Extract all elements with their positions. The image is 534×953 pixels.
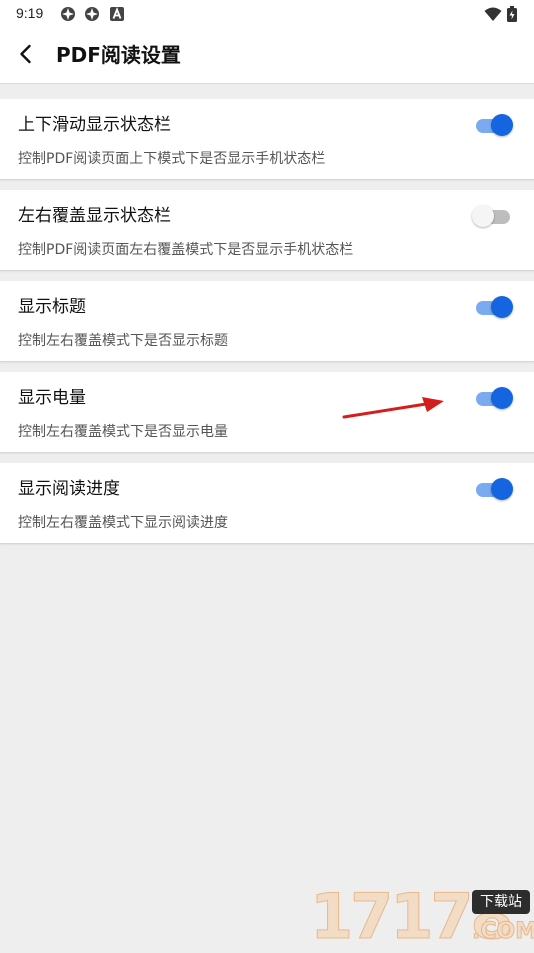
setting-row-scroll-status-bar[interactable]: 上下滑动显示状态栏 控制PDF阅读页面上下模式下是否显示手机状态栏 xyxy=(0,99,534,180)
status-bar: 9:19 xyxy=(0,0,534,28)
toggle-thumb xyxy=(491,114,513,136)
page-title: PDF阅读设置 xyxy=(56,43,181,67)
toggle-thumb xyxy=(472,205,494,227)
app-notification-icon xyxy=(61,7,75,21)
setting-title: 左右覆盖显示状态栏 xyxy=(18,206,171,226)
app-notification-icon xyxy=(85,7,99,21)
wifi-icon xyxy=(484,7,502,21)
setting-title: 显示阅读进度 xyxy=(18,479,120,499)
toggle-switch[interactable] xyxy=(472,386,514,410)
toggle-switch[interactable] xyxy=(472,295,514,319)
setting-description: 控制左右覆盖模式下显示阅读进度 xyxy=(18,515,228,531)
toggle-thumb xyxy=(491,387,513,409)
setting-title: 显示标题 xyxy=(18,297,86,317)
setting-description: 控制左右覆盖模式下是否显示电量 xyxy=(18,424,228,440)
setting-title: 上下滑动显示状态栏 xyxy=(18,115,171,135)
toggle-switch[interactable] xyxy=(472,477,514,501)
status-time: 9:19 xyxy=(16,5,44,21)
setting-title: 显示电量 xyxy=(18,388,86,408)
app-bar: PDF阅读设置 xyxy=(0,28,534,84)
toggle-thumb xyxy=(491,296,513,318)
battery-icon xyxy=(507,6,517,22)
setting-row-show-progress[interactable]: 显示阅读进度 控制左右覆盖模式下显示阅读进度 xyxy=(0,463,534,544)
toggle-switch[interactable] xyxy=(472,113,514,137)
watermark-logo: 17178 下载站 .COM xyxy=(310,883,534,950)
settings-list: 上下滑动显示状态栏 控制PDF阅读页面上下模式下是否显示手机状态栏 左右覆盖显示… xyxy=(0,99,534,554)
setting-description: 控制PDF阅读页面左右覆盖模式下是否显示手机状态栏 xyxy=(18,242,354,258)
setting-row-show-title[interactable]: 显示标题 控制左右覆盖模式下是否显示标题 xyxy=(0,281,534,362)
red-arrow-annotation xyxy=(342,397,444,419)
watermark-domain: .COM xyxy=(472,919,534,945)
toggle-thumb xyxy=(491,478,513,500)
back-arrow-icon[interactable] xyxy=(14,42,38,66)
setting-row-show-battery[interactable]: 显示电量 控制左右覆盖模式下是否显示电量 xyxy=(0,372,534,453)
a-badge-icon xyxy=(110,7,124,21)
setting-row-cover-status-bar[interactable]: 左右覆盖显示状态栏 控制PDF阅读页面左右覆盖模式下是否显示手机状态栏 xyxy=(0,190,534,271)
setting-description: 控制PDF阅读页面上下模式下是否显示手机状态栏 xyxy=(18,151,326,167)
watermark-badge: 下载站 xyxy=(472,890,530,914)
toggle-switch[interactable] xyxy=(472,204,514,228)
setting-description: 控制左右覆盖模式下是否显示标题 xyxy=(18,333,228,349)
